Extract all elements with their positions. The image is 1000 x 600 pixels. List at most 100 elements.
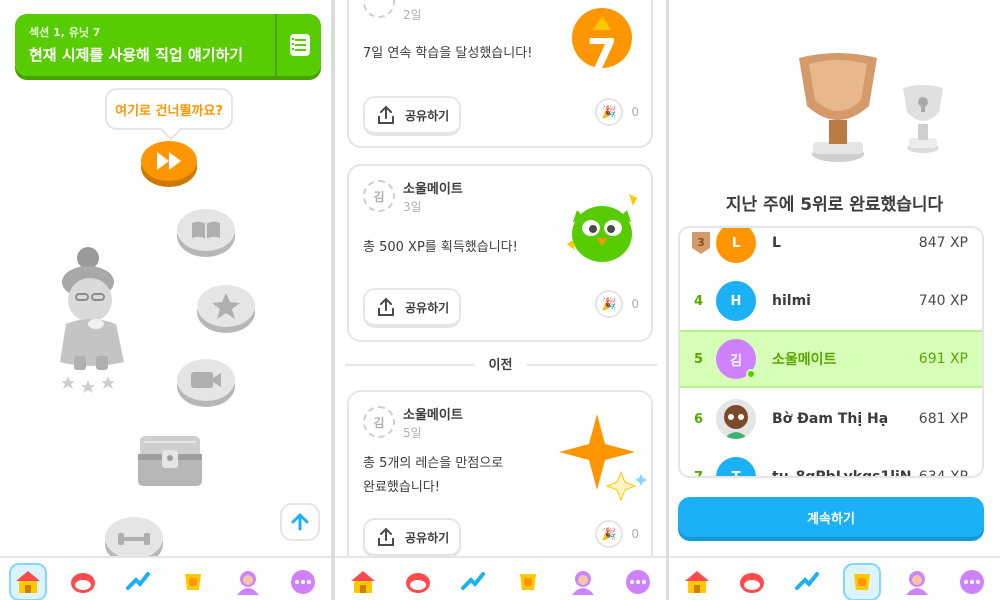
reaction-counter[interactable]: 🎉 0: [595, 520, 639, 548]
tab-quests[interactable]: [174, 563, 212, 600]
leaderboard-icon: [460, 572, 485, 590]
player-xp: 681 XP: [918, 411, 968, 427]
card-message: 7일 연속 학습을 달성했습니다!: [363, 46, 533, 61]
reaction-counter[interactable]: 🎉 0: [595, 98, 639, 126]
reaction-count: 0: [631, 105, 639, 119]
learning-path-panel: 섹션 1, 유닛 7 현재 시제를 사용해 직업 얘기하기 여기로 건너뛸까요?: [0, 0, 331, 600]
character-illustration: [60, 247, 124, 370]
tab-leaderboard[interactable]: [454, 563, 492, 600]
share-icon: [378, 105, 394, 124]
bottom-tab-bar: [335, 556, 666, 600]
tab-more[interactable]: [619, 563, 657, 600]
treasure-chest-icon[interactable]: [134, 432, 206, 490]
share-button[interactable]: 공유하기: [363, 288, 461, 328]
player-xp: 634 XP: [918, 469, 968, 478]
tab-quests[interactable]: [509, 563, 547, 600]
leaderboard-result-panel: 지난 주에 5위로 완료했습니다 3 L L 847 XP 4 H hilmi …: [669, 0, 1000, 600]
leaderboard-list[interactable]: 3 L L 847 XP 4 H hilmi 740 XP 5 김 소울메이트 …: [678, 226, 984, 478]
player-name: L: [772, 235, 781, 251]
feed-card: 김 소울메이트 5일 총 5개의 레슨을 만점으로 완료했습니다! 공유하기 🎉…: [347, 390, 653, 580]
avatar: T: [716, 457, 756, 476]
tab-profile[interactable]: [564, 563, 602, 600]
unit-title: 현재 시제를 사용해 직업 얘기하기: [29, 46, 244, 64]
tab-home[interactable]: [678, 563, 716, 600]
card-message: 총 500 XP를 획득했습니다!: [363, 240, 518, 255]
player-name: tu_8gPbLykqs1liN: [772, 469, 912, 478]
rank-number: 6: [694, 411, 704, 427]
share-button[interactable]: 공유하기: [363, 96, 461, 136]
book-lesson-node[interactable]: [176, 206, 236, 258]
feed-card: 김 소울메이트 3일 총 500 XP를 획득했습니다! 공유하기 🎉 0: [347, 164, 653, 342]
profile-icon: [237, 571, 260, 595]
celebrate-icon: 🎉: [595, 98, 624, 126]
jump-here-text: 여기로 건너뛸까요?: [115, 103, 223, 119]
profile-icon: [572, 571, 595, 595]
home-icon: [684, 571, 709, 593]
divider-line: [527, 364, 657, 366]
speak-icon: [739, 573, 764, 593]
continue-button[interactable]: 계속하기: [678, 497, 984, 537]
tab-quests[interactable]: [843, 563, 882, 600]
home-icon: [350, 571, 375, 593]
online-indicator: [746, 369, 756, 379]
jump-here-tooltip: 여기로 건너뛸까요?: [105, 88, 233, 130]
tab-profile[interactable]: [229, 563, 267, 600]
player-xp: 847 XP: [918, 235, 968, 251]
celebrate-icon: 🎉: [595, 290, 624, 318]
sparkle-icon: [559, 414, 647, 502]
leaderboard-icon: [125, 572, 150, 590]
bronze-trophy-icon: [799, 53, 877, 162]
owl-mascot-icon: [567, 194, 637, 262]
streak-number: 7: [587, 30, 618, 81]
result-title: 지난 주에 5위로 완료했습니다: [725, 195, 944, 215]
player-xp: 740 XP: [918, 293, 968, 309]
player-xp: 691 XP: [918, 351, 968, 367]
quests-icon: [854, 574, 871, 590]
player-name: hilmi: [772, 293, 811, 309]
reaction-counter[interactable]: 🎉 0: [595, 290, 639, 318]
quests-icon: [520, 574, 537, 590]
more-icon: [626, 570, 651, 594]
tab-leaderboard[interactable]: [119, 563, 157, 600]
unit-divider: [275, 14, 277, 76]
share-label: 공유하기: [405, 300, 450, 315]
scroll-to-current-button[interactable]: [280, 503, 320, 541]
stars-decoration: [61, 376, 115, 393]
speak-icon: [70, 573, 95, 593]
tab-profile[interactable]: [898, 563, 936, 600]
tab-home[interactable]: [344, 563, 382, 600]
leaderboard-row[interactable]: 6 Bờ Đam Thị Hạ 681 XP: [680, 390, 982, 448]
share-button[interactable]: 공유하기: [363, 518, 461, 558]
home-icon: [15, 571, 40, 593]
avatar: H: [716, 281, 756, 321]
card-date: 5일: [403, 426, 422, 440]
rank-number: 4: [694, 293, 704, 309]
card-date: 2일: [403, 8, 422, 22]
unit-banner[interactable]: 섹션 1, 유닛 7 현재 시제를 사용해 직업 얘기하기: [15, 14, 321, 76]
card-username[interactable]: 소울메이트: [403, 404, 463, 423]
card-message-line1: 총 5개의 레슨을 만점으로: [363, 456, 504, 471]
tab-more[interactable]: [284, 563, 322, 600]
tab-speak[interactable]: [399, 563, 437, 600]
guidebook-icon[interactable]: [287, 32, 313, 58]
leaderboard-row-current-user[interactable]: 5 김 소울메이트 691 XP: [680, 330, 982, 388]
card-username[interactable]: 소울메이트: [403, 178, 463, 197]
silver-trophy-icon: [903, 85, 943, 153]
fast-forward-button[interactable]: [140, 138, 198, 188]
tab-more[interactable]: [953, 563, 991, 600]
star-lesson-node[interactable]: [196, 282, 256, 334]
quests-icon: [185, 574, 202, 590]
video-lesson-node[interactable]: [176, 356, 236, 408]
leaderboard-row[interactable]: 7 T tu_8gPbLykqs1liN 634 XP: [680, 448, 982, 478]
share-label: 공유하기: [405, 108, 450, 123]
leaderboard-row[interactable]: 3 L L 847 XP: [680, 228, 982, 272]
unit-section-label: 섹션 1, 유닛 7: [29, 26, 101, 39]
bottom-tab-bar: [0, 556, 331, 600]
feed-panel: 2일 7일 연속 학습을 달성했습니다! 7 공유하기 🎉 0 김 소울메이트 …: [335, 0, 666, 600]
tab-home[interactable]: [8, 563, 47, 600]
tab-speak[interactable]: [733, 563, 771, 600]
player-name: Bờ Đam Thị Hạ: [772, 411, 889, 427]
tab-speak[interactable]: [64, 563, 102, 600]
leaderboard-row[interactable]: 4 H hilmi 740 XP: [680, 272, 982, 330]
tab-leaderboard[interactable]: [788, 563, 826, 600]
